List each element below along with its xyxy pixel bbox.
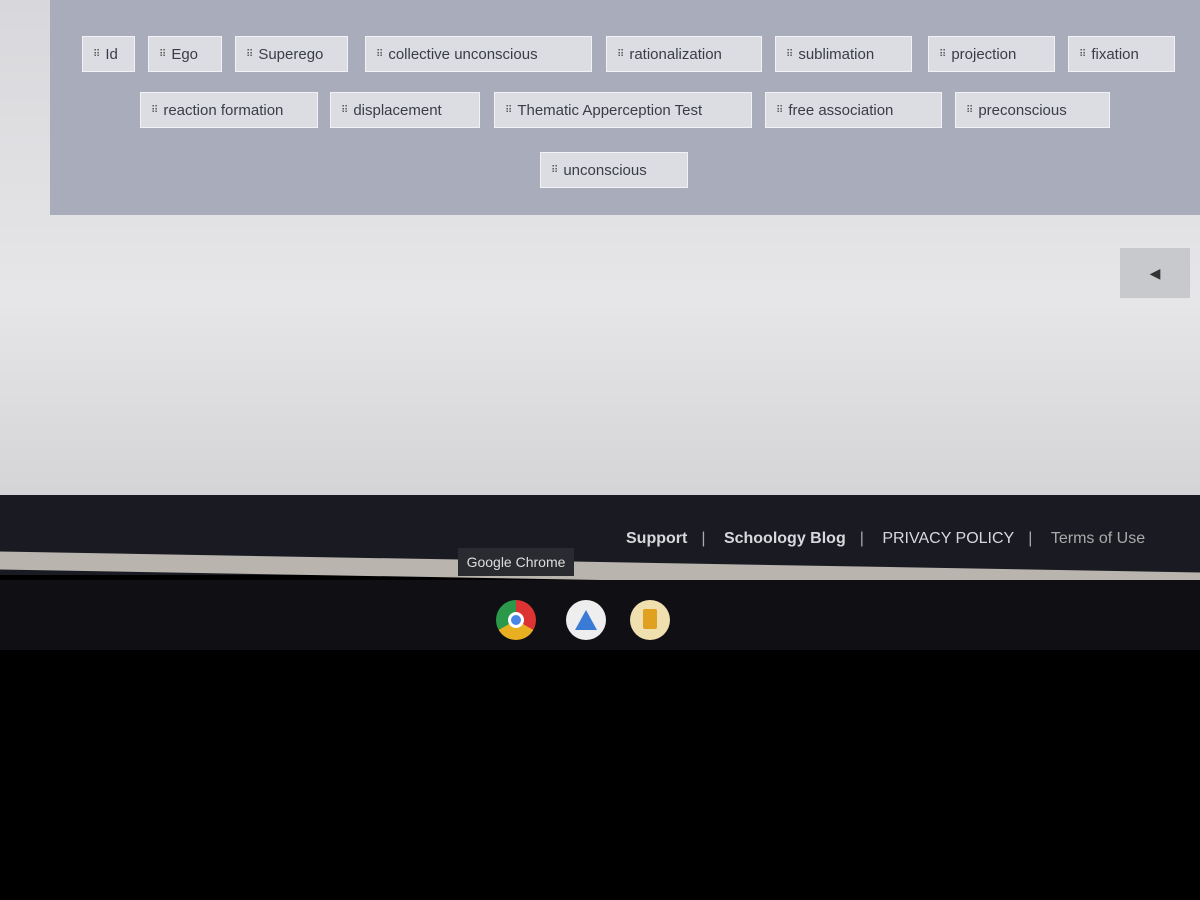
drag-handle-icon: ⠿ <box>786 48 793 60</box>
separator: | <box>859 530 864 547</box>
previous-button[interactable]: ◀ <box>1120 248 1190 298</box>
term-label: Ego <box>171 45 199 63</box>
draggable-term[interactable]: ⠿ projection <box>928 36 1055 72</box>
separator: | <box>1028 530 1033 547</box>
draggable-term[interactable]: ⠿ preconscious <box>955 92 1110 128</box>
support-link[interactable]: Support <box>626 530 687 547</box>
term-label: reaction formation <box>163 101 284 119</box>
draggable-term[interactable]: ⠿ unconscious <box>540 152 688 188</box>
google-drive-icon[interactable] <box>566 600 606 640</box>
term-label: Superego <box>258 45 324 63</box>
term-label: sublimation <box>798 45 875 63</box>
drag-handle-icon: ⠿ <box>246 48 253 60</box>
draggable-term[interactable]: ⠿ Id <box>82 36 135 72</box>
draggable-term[interactable]: ⠿ Thematic Apperception Test <box>494 92 752 128</box>
drag-handle-icon: ⠿ <box>966 104 973 116</box>
draggable-term[interactable]: ⠿ displacement <box>330 92 480 128</box>
drag-handle-icon: ⠿ <box>617 48 624 60</box>
drag-handle-icon: ⠿ <box>159 48 166 60</box>
drag-handle-icon: ⠿ <box>505 104 512 116</box>
term-label: collective unconscious <box>388 45 538 63</box>
drag-handle-icon: ⠿ <box>93 48 100 60</box>
draggable-term[interactable]: ⠿ rationalization <box>606 36 762 72</box>
term-label: displacement <box>353 101 442 119</box>
term-label: fixation <box>1091 45 1139 63</box>
draggable-term[interactable]: ⠿ Superego <box>235 36 348 72</box>
google-slides-icon[interactable] <box>630 600 670 640</box>
schoology-blog-link[interactable]: Schoology Blog <box>724 530 846 547</box>
drag-handle-icon: ⠿ <box>1079 48 1086 60</box>
draggable-term[interactable]: ⠿ reaction formation <box>140 92 318 128</box>
drag-handle-icon: ⠿ <box>151 104 158 116</box>
term-label: Thematic Apperception Test <box>517 101 703 119</box>
terms-of-use-link[interactable]: Terms of Use <box>1051 530 1145 547</box>
draggable-term[interactable]: ⠿ fixation <box>1068 36 1175 72</box>
drag-handle-icon: ⠿ <box>776 104 783 116</box>
draggable-term[interactable]: ⠿ collective unconscious <box>365 36 592 72</box>
separator: | <box>701 530 706 547</box>
term-label: free association <box>788 101 894 119</box>
term-label: preconscious <box>978 101 1067 119</box>
privacy-policy-link[interactable]: PRIVACY POLICY <box>882 530 1014 547</box>
drag-handle-icon: ⠿ <box>551 164 558 176</box>
drag-handle-icon: ⠿ <box>376 48 383 60</box>
footer-links: Support | Schoology Blog | PRIVACY POLICY |… <box>626 530 1159 548</box>
term-label: projection <box>951 45 1017 63</box>
term-label: rationalization <box>629 45 722 63</box>
draggable-term[interactable]: ⠿ sublimation <box>775 36 912 72</box>
draggable-term[interactable]: ⠿ Ego <box>148 36 222 72</box>
drag-handle-icon: ⠿ <box>341 104 348 116</box>
draggable-term[interactable]: ⠿ free association <box>765 92 942 128</box>
left-arrow-icon: ◀ <box>1149 264 1161 281</box>
chrome-icon[interactable] <box>496 600 536 640</box>
term-label: Id <box>105 45 118 63</box>
tooltip: Google Chrome <box>458 548 574 576</box>
drag-handle-icon: ⠿ <box>939 48 946 60</box>
term-label: unconscious <box>563 161 647 179</box>
